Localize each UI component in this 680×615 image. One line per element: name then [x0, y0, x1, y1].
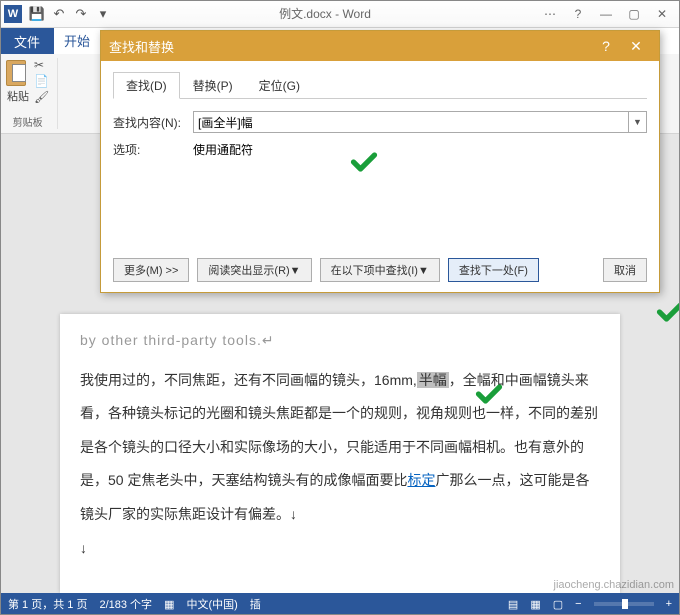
- clipboard-group-label: 剪贴板: [13, 114, 43, 129]
- options-value: 使用通配符: [193, 141, 253, 158]
- qat-undo-button[interactable]: ↶: [48, 3, 70, 25]
- page-indicator[interactable]: 第 1 页，共 1 页: [8, 596, 87, 612]
- help-button[interactable]: ?: [564, 3, 592, 25]
- paste-label: 粘贴: [7, 88, 29, 104]
- options-label: 选项:: [113, 141, 185, 158]
- dialog-titlebar[interactable]: 查找和替换 ? ✕: [101, 31, 659, 61]
- find-in-button[interactable]: 在以下项中查找(I)▼: [320, 258, 440, 282]
- watermark-text: jiaocheng.chazidian.com: [554, 579, 674, 591]
- hyperlink[interactable]: 标定: [407, 472, 435, 488]
- find-content-input[interactable]: [画全半]幅 ▼: [193, 111, 647, 133]
- proofing-icon[interactable]: ▦: [164, 598, 174, 611]
- paragraph-mark: ↓: [80, 532, 600, 566]
- document-page[interactable]: by other third-party tools.↵ 我使用过的，不同焦距，…: [60, 314, 620, 593]
- home-tab[interactable]: 开始: [54, 27, 100, 54]
- status-bar: 第 1 页，共 1 页 2/183 个字 ▦ 中文(中国) 插 ▤ ▦ ▢ − …: [0, 593, 680, 615]
- copy-button[interactable]: 📄: [34, 74, 49, 88]
- window-titlebar: W 💾 ↶ ↷ ▾ 例文.docx - Word ⋯ ? — ▢ ✕: [0, 0, 680, 28]
- paste-button[interactable]: 粘贴: [6, 58, 30, 104]
- body-text-fragment: by other third-party tools.↵: [80, 324, 600, 358]
- qat-save-button[interactable]: 💾: [26, 3, 48, 25]
- clipboard-group: 粘贴 ✂ 📄 🖌 剪贴板: [6, 58, 58, 129]
- ribbon-display-options[interactable]: ⋯: [536, 3, 564, 25]
- close-window-button[interactable]: ✕: [648, 3, 676, 25]
- chevron-down-icon[interactable]: ▼: [628, 112, 646, 132]
- print-layout-view-icon[interactable]: ▦: [530, 598, 540, 611]
- qat-customize-button[interactable]: ▾: [92, 3, 114, 25]
- maximize-button[interactable]: ▢: [620, 3, 648, 25]
- qat-redo-button[interactable]: ↷: [70, 3, 92, 25]
- insert-mode[interactable]: 插: [250, 596, 261, 612]
- find-replace-dialog: 查找和替换 ? ✕ 查找(D) 替换(P) 定位(G) 查找内容(N): [画全…: [100, 30, 660, 293]
- zoom-out-button[interactable]: −: [575, 598, 581, 610]
- tab-find[interactable]: 查找(D): [113, 72, 180, 99]
- zoom-slider[interactable]: [594, 602, 654, 606]
- cut-button[interactable]: ✂: [34, 58, 49, 72]
- paste-icon: [6, 58, 30, 86]
- body-paragraph: 我使用过的，不同焦距，还有不同画幅的镜头，16mm,半幅，全幅和中画幅镜头来看，…: [80, 364, 600, 532]
- dialog-body: 查找(D) 替换(P) 定位(G) 查找内容(N): [画全半]幅 ▼ 选项: …: [101, 61, 659, 292]
- document-title: 例文.docx - Word: [114, 5, 536, 22]
- web-layout-view-icon[interactable]: ▢: [553, 598, 563, 611]
- zoom-in-button[interactable]: +: [666, 598, 672, 610]
- tab-goto[interactable]: 定位(G): [246, 72, 313, 99]
- language-indicator[interactable]: 中文(中国): [186, 596, 237, 612]
- dialog-title-text: 查找和替换: [109, 37, 174, 56]
- minimize-button[interactable]: —: [592, 3, 620, 25]
- read-mode-view-icon[interactable]: ▤: [508, 598, 518, 611]
- word-app-icon: W: [4, 5, 22, 23]
- reading-highlight-button[interactable]: 阅读突出显示(R)▼: [197, 258, 311, 282]
- word-count[interactable]: 2/183 个字: [99, 596, 152, 612]
- dialog-help-button[interactable]: ?: [591, 34, 621, 58]
- dialog-close-button[interactable]: ✕: [621, 34, 651, 58]
- find-next-button[interactable]: 查找下一处(F): [448, 258, 539, 282]
- file-tab[interactable]: 文件: [0, 28, 54, 54]
- cancel-button[interactable]: 取消: [603, 258, 647, 282]
- format-painter-button[interactable]: 🖌: [34, 90, 49, 104]
- more-button[interactable]: 更多(M) >>: [113, 258, 189, 282]
- find-content-label: 查找内容(N):: [113, 114, 185, 131]
- dialog-button-row: 更多(M) >> 阅读突出显示(R)▼ 在以下项中查找(I)▼ 查找下一处(F)…: [113, 258, 647, 282]
- dialog-tabs: 查找(D) 替换(P) 定位(G): [113, 71, 647, 99]
- search-match-highlight: 半幅: [417, 372, 449, 388]
- tab-replace[interactable]: 替换(P): [180, 72, 246, 99]
